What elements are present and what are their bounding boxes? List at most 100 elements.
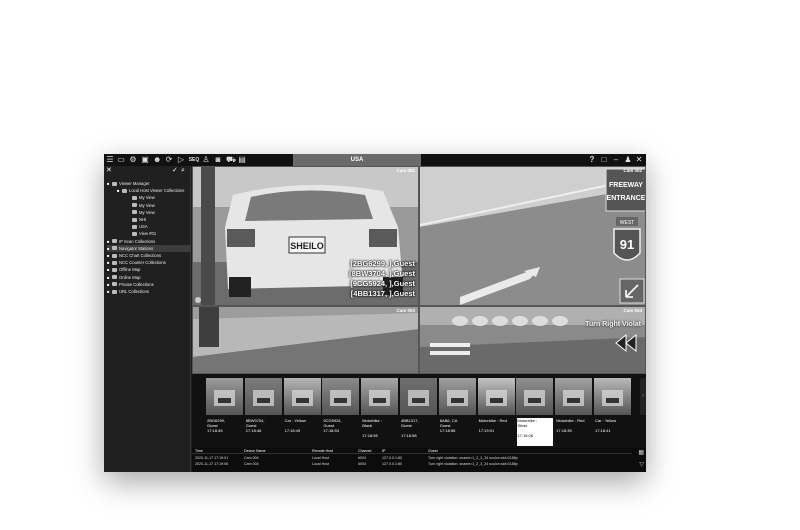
- tree-item[interactable]: View #01: [127, 230, 191, 237]
- license-plate-text: SHEILO: [290, 241, 324, 251]
- event-row[interactable]: 2020-11-17 17:19:06 Cam 004 Local Host #004…: [192, 461, 632, 467]
- tree-item[interactable]: NHI: [127, 216, 191, 223]
- car-icon[interactable]: ⛟: [226, 155, 236, 165]
- tree-item[interactable]: ■ Private Collections: [107, 281, 191, 288]
- snapshot-thumbnail[interactable]: Car : Yellow 17:18:49: [283, 378, 321, 446]
- tree-item[interactable]: ■ IP Scan Collections: [107, 238, 191, 245]
- snapshot-thumbnail[interactable]: 6AB6, CA Guest 17:18:58: [438, 378, 476, 446]
- tree-item[interactable]: ■ Navigator Stations: [107, 244, 191, 252]
- tree-item-label: NCC Counter Collections: [119, 260, 166, 266]
- database-icon[interactable]: ▤: [238, 155, 246, 165]
- camera-view-3[interactable]: Cam 003: [192, 306, 419, 374]
- snapshot-thumbnail[interactable]: Motorbike : Black 17:18:55: [361, 378, 399, 446]
- tree-item[interactable]: ■ Online Map: [107, 274, 191, 281]
- col-time[interactable]: Time: [195, 448, 203, 454]
- tree-item[interactable]: My View: [127, 209, 191, 216]
- plate-entry: [9CG5924, ],Guest: [350, 279, 415, 288]
- caption-line: 17:18:45: [207, 428, 223, 433]
- col-channel[interactable]: Channel: [358, 448, 371, 454]
- camera-feed-4: [420, 307, 645, 373]
- col-ip[interactable]: IP: [382, 448, 385, 454]
- folder-icon: [132, 231, 137, 236]
- event-log: Time Device Name Remote Host Channel IP …: [192, 448, 646, 472]
- tree-item-label: Local Host Viewer Collections: [129, 188, 185, 194]
- col-device[interactable]: Device Name: [244, 448, 266, 454]
- col-remote-host[interactable]: Remote Host: [312, 448, 333, 454]
- camera-label: Cam 001: [396, 168, 415, 173]
- plate-entry: [8BW3704, ],Guest: [349, 269, 415, 278]
- play-icon[interactable]: ▷: [177, 155, 185, 165]
- snapshot-image: [516, 378, 554, 415]
- help-icon[interactable]: ?: [588, 155, 596, 165]
- refresh-icon[interactable]: ⟳: [165, 155, 173, 165]
- event-cell-channel: #004: [358, 462, 366, 466]
- scroll-right-icon[interactable]: ›: [640, 378, 646, 415]
- sign-freeway: FREEWAY: [609, 182, 643, 189]
- caption-line: 17:19:01: [478, 428, 495, 433]
- user-icon[interactable]: ☻: [153, 155, 161, 165]
- tree-item[interactable]: ■ NCC Counter Collections: [107, 259, 191, 266]
- caption-line: 17:18:49: [284, 428, 301, 433]
- folder-icon: [112, 289, 117, 294]
- seq-icon[interactable]: SEQ: [188, 155, 200, 165]
- video-icon[interactable]: ▣: [141, 155, 149, 165]
- tab-usa[interactable]: USA: [293, 154, 421, 166]
- tree-item[interactable]: ■ URL Collections: [107, 288, 191, 295]
- camera-icon[interactable]: ◙: [214, 155, 222, 165]
- folder-icon: [112, 181, 117, 186]
- tree-item[interactable]: ■ Local Host Viewer Collections: [117, 187, 191, 194]
- snapshot-thumbnail[interactable]: Motorbike : Red 17:19:01: [477, 378, 515, 446]
- snapshot-strip: 2BG6299, Guest 17:18:45 8BW3704, Guest 17:18:…: [192, 374, 646, 448]
- camera-view-2[interactable]: FREEWAY ENTRANCE WEST 91 Cam 002: [419, 166, 646, 306]
- tree-item[interactable]: ■ Offline Map: [107, 266, 191, 273]
- close-panel-icon[interactable]: ✕: [106, 167, 112, 175]
- camera-label: Cam 003: [396, 308, 415, 313]
- col-guest[interactable]: Guest: [428, 448, 438, 454]
- snapshot-thumbnail[interactable]: 2BG6299, Guest 17:18:45: [206, 378, 243, 446]
- snapshot-thumbnail[interactable]: 9CG5924, Guest 17:18:53: [322, 378, 360, 446]
- snapshot-caption: Motorbike : Red 17:18:35: [556, 418, 592, 433]
- tree-item-label: NHI: [139, 217, 147, 222]
- snapshot-image: [438, 378, 476, 415]
- snapshot-thumbnail[interactable]: Car : Yellow 17:18:41: [594, 378, 631, 446]
- tree-item-label: Offline Map: [119, 267, 141, 273]
- snapshot-thumbnail[interactable]: Motorbike : Silver 17:19:06: [516, 378, 554, 446]
- tree-item[interactable]: My View: [127, 194, 191, 201]
- tree-item-label: Private Collections: [119, 281, 154, 287]
- check-icon[interactable]: ✓: [172, 167, 178, 175]
- snapshot-caption: Car : Yellow 17:18:41: [595, 418, 631, 433]
- folder-icon: [112, 239, 117, 244]
- menu-icon[interactable]: ☰: [106, 155, 114, 165]
- minimize-icon[interactable]: –: [612, 155, 620, 165]
- snapshot-image: [361, 378, 399, 415]
- tree-item[interactable]: ■ NCC Chart Collections: [107, 252, 191, 259]
- snapshot-thumbnail[interactable]: 4BB1317, Guest 17:18:58: [400, 378, 437, 446]
- search-icon[interactable]: ⌕: [181, 167, 185, 175]
- snapshot-thumbnail[interactable]: Motorbike : Red 17:18:35: [555, 378, 593, 446]
- event-cell-remote: Local Host: [312, 462, 329, 466]
- snapshot-image: [594, 378, 631, 415]
- snapshot-thumbnail[interactable]: 8BW3704, Guest 17:18:46: [244, 378, 282, 446]
- filter-icon[interactable]: ▽: [639, 461, 644, 468]
- delete-icon[interactable]: ▦: [638, 449, 644, 456]
- snapshot-image: [206, 378, 243, 415]
- tree-item-label: My View: [139, 195, 155, 201]
- caption-line: 17:18:35: [556, 428, 572, 433]
- folder-icon: [112, 246, 117, 251]
- camera-view-1[interactable]: SHEILO Cam 001 [2BG6299, ],Guest [8BW370…: [192, 166, 419, 306]
- camera-label: Cam 004: [623, 308, 642, 313]
- tree-item-label: URL Collections: [119, 289, 149, 294]
- event-cell-time: 2020-11-17 17:19:06: [195, 462, 229, 466]
- close-icon[interactable]: ✕: [635, 155, 643, 165]
- person-icon[interactable]: ♙: [202, 155, 210, 165]
- camera-view-4[interactable]: Cam 004 Turn Right Violat: [419, 306, 646, 374]
- gear-icon[interactable]: ⚙: [129, 155, 137, 165]
- user-icon[interactable]: ♟: [624, 155, 632, 165]
- monitor-icon[interactable]: ▭: [117, 155, 125, 165]
- tree-item[interactable]: USA: [127, 223, 191, 230]
- restore-icon[interactable]: □: [600, 155, 608, 165]
- tree-item[interactable]: My View: [127, 202, 191, 209]
- plate-recognition-list: [2BG6299, ],Guest [8BW3704, ],Guest [9CG…: [349, 259, 415, 299]
- tree-item[interactable]: ■ Viewer Manager: [107, 180, 191, 187]
- snapshot-image: [283, 378, 321, 415]
